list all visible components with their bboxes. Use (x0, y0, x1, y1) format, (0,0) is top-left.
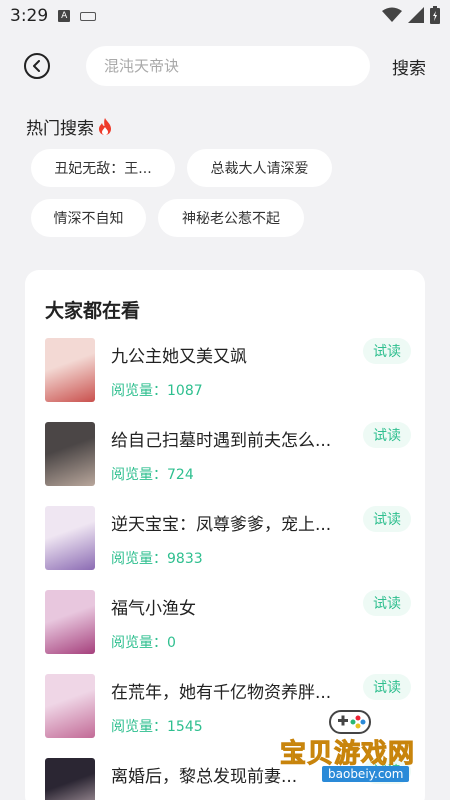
search-button[interactable]: 搜索 (392, 54, 426, 79)
book-title[interactable]: 九公主她又美又飒 (111, 342, 351, 367)
search-input[interactable] (86, 46, 370, 86)
try-read-button[interactable]: 试读 (363, 590, 411, 616)
hot-search-title: 热门搜索 (26, 119, 94, 139)
book-views: 阅览量：9833 (111, 551, 203, 567)
book-views: 阅览量：1545 (111, 719, 203, 735)
fire-icon (99, 118, 111, 135)
book-cover[interactable] (45, 590, 95, 654)
book-item[interactable]: 九公主她又美又飒 阅览量：1087 试读 (45, 338, 415, 404)
try-read-button[interactable]: 试读 (363, 422, 411, 448)
watermark-url: baobeiy.com (322, 766, 410, 782)
book-cover[interactable] (45, 338, 95, 402)
hot-search-chip[interactable]: 总裁大人请深爱 (187, 149, 332, 187)
back-button[interactable] (24, 53, 50, 79)
book-item[interactable]: 给自己扫墓时遇到前夫怎么... 阅览量：724 试读 (45, 422, 415, 488)
book-title[interactable]: 福气小渔女 (111, 594, 351, 619)
watermark-text: 宝贝游戏网 (279, 739, 416, 770)
book-cover[interactable] (45, 422, 95, 486)
try-read-button[interactable]: 试读 (363, 674, 411, 700)
book-views: 阅览量：0 (111, 635, 176, 651)
site-watermark: 宝贝游戏网 baobeiy.com (270, 705, 450, 800)
book-item[interactable]: 福气小渔女 阅览量：0 试读 (45, 590, 415, 656)
try-read-button[interactable]: 试读 (363, 338, 411, 364)
book-item[interactable]: 逆天宝宝：凤尊爹爹，宠上... 阅览量：9833 试读 (45, 506, 415, 572)
book-views: 阅览量：1087 (111, 383, 203, 399)
signal-icon (408, 7, 424, 23)
book-title[interactable]: 给自己扫墓时遇到前夫怎么... (111, 426, 351, 451)
hot-search-chip[interactable]: 神秘老公惹不起 (158, 199, 304, 237)
search-header: 搜索 (0, 44, 450, 88)
wifi-icon (382, 7, 402, 22)
keyboard-icon (80, 11, 97, 21)
chevron-left-icon (33, 60, 40, 72)
book-cover[interactable] (45, 758, 95, 800)
search-box (86, 46, 370, 86)
hot-search-chip[interactable]: 情深不自知 (31, 199, 146, 237)
popular-books-title: 大家都在看 (45, 300, 141, 322)
status-time: 3:29 (10, 6, 49, 26)
book-title[interactable]: 逆天宝宝：凤尊爹爹，宠上... (111, 510, 351, 535)
status-bar: 3:29 A (0, 0, 450, 32)
notification-icon: A (58, 10, 71, 22)
book-views: 阅览量：724 (111, 467, 194, 483)
try-read-button[interactable]: 试读 (363, 506, 411, 532)
hot-search-chip[interactable]: 丑妃无敌：王... (31, 149, 175, 187)
book-cover[interactable] (45, 674, 95, 738)
book-title[interactable]: 在荒年，她有千亿物资养胖... (111, 678, 351, 703)
hot-search-heading: 热门搜索 (26, 114, 112, 139)
battery-icon (430, 6, 440, 24)
book-cover[interactable] (45, 506, 95, 570)
